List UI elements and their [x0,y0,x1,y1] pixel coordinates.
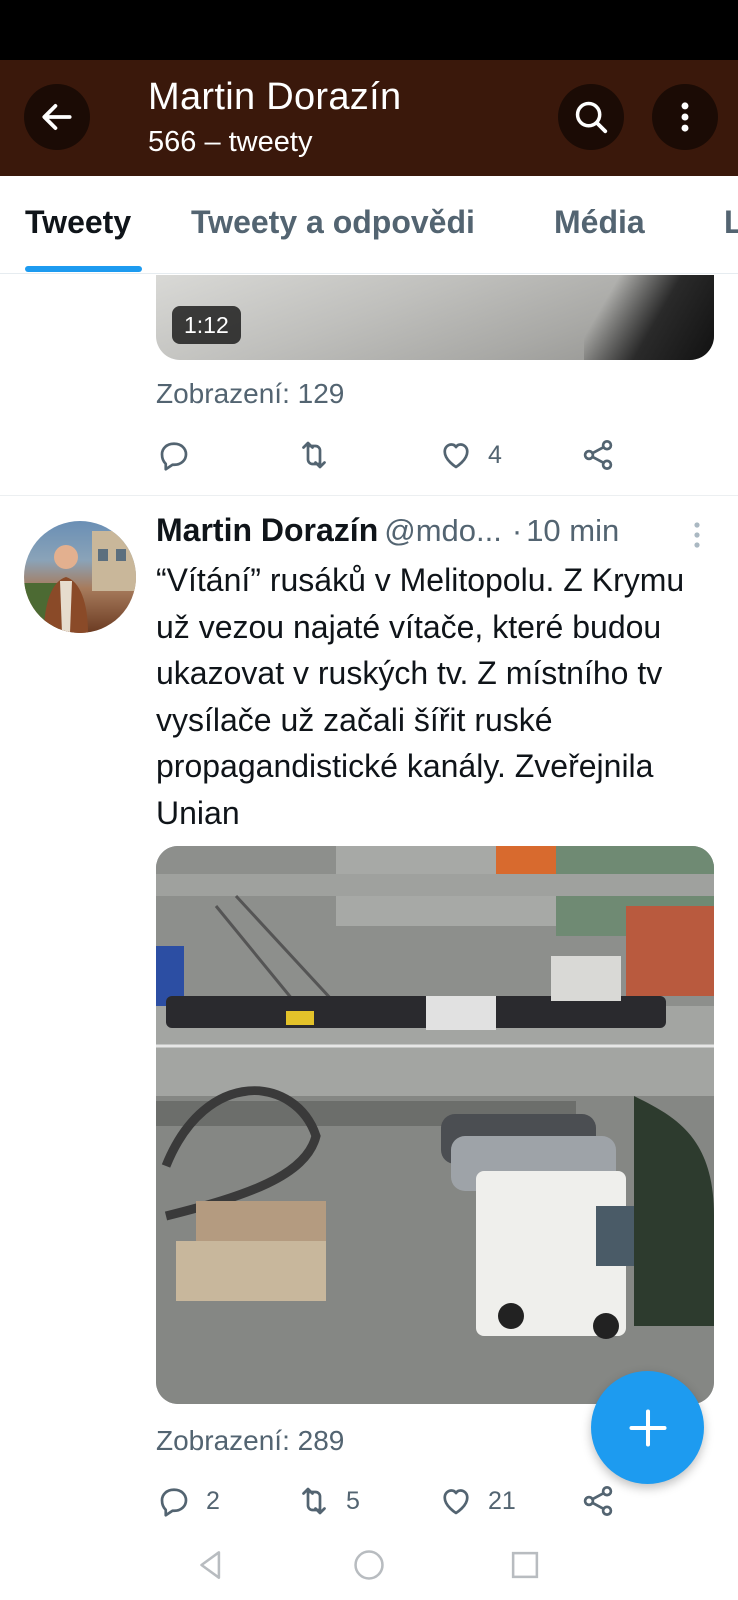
like-count: 21 [488,1486,516,1515]
heart-icon [443,1489,469,1515]
reply-count: 2 [206,1486,220,1515]
share-icon [583,440,613,470]
like-button[interactable]: 21 [438,1476,516,1526]
system-recents-button[interactable] [500,1540,550,1590]
share-button[interactable] [580,1476,616,1526]
retweet-icon [302,441,326,469]
compose-tweet-button[interactable] [591,1371,704,1484]
recents-square-icon [511,1551,539,1579]
home-circle-icon [354,1550,384,1580]
tab-media[interactable]: Média [554,204,645,241]
tweet-text: “Vítání” rusáků v Melitopolu. Z Krymu už… [156,562,694,831]
tweet-author-handle[interactable]: @mdo... [384,513,502,548]
previous-tweet-views: Zobrazení: 129 [156,378,345,409]
tweet-divider [0,495,738,496]
retweet-button[interactable]: 5 [296,1476,360,1526]
retweet-icon [302,1487,326,1515]
like-count: 4 [488,440,502,469]
like-button[interactable]: 4 [438,430,502,480]
share-icon [583,1486,613,1516]
tweet-actions: 2 5 21 [156,1476,636,1526]
back-triangle-icon [200,1551,221,1579]
search-icon [575,101,608,134]
tab-likes[interactable]: L [724,204,738,241]
compose-plus-icon [628,1408,667,1447]
tab-tweets[interactable]: Tweety [25,204,131,241]
system-back-button[interactable] [186,1540,236,1590]
profile-header: Martin Dorazín 566 – tweety [0,60,738,176]
profile-name: Martin Dorazín [148,76,402,118]
tweet-views: Zobrazení: 289 [156,1425,345,1456]
tweet-time: 10 min [526,513,620,548]
reply-icon [160,442,188,471]
more-vertical-icon [681,102,689,132]
tweet-header: Martin Dorazín @mdo... · 10 min [156,512,716,556]
system-navigation-bar [0,1530,738,1600]
heart-icon [443,443,469,469]
tweet-video[interactable] [156,846,714,1404]
tweet-count: 566 – tweety [148,126,313,158]
retweet-count: 5 [346,1486,360,1515]
avatar-photo [24,531,136,633]
back-arrow-icon [42,104,72,130]
more-options-button[interactable] [652,84,718,150]
retweet-button[interactable] [296,430,346,480]
street-scene-image [156,846,714,1404]
avatar[interactable] [24,521,136,633]
reply-icon [160,1488,188,1517]
tweet-more-icon[interactable] [690,520,704,550]
meta-separator: · [511,513,523,548]
tweet-author-name[interactable]: Martin Dorazín [156,512,378,548]
profile-tabs: Tweety Tweety a odpovědi Média L [0,176,738,274]
tab-tweets-and-replies[interactable]: Tweety a odpovědi [191,204,475,241]
video-duration: 1:12 [172,306,241,344]
share-button[interactable] [580,430,616,480]
previous-tweet-actions: 4 [156,430,636,480]
video-frame-shadow [584,275,714,360]
previous-tweet-video[interactable]: 1:12 [156,275,714,360]
system-home-button[interactable] [344,1540,394,1590]
back-button[interactable] [24,84,90,150]
active-tab-indicator [25,266,142,272]
reply-button[interactable]: 2 [156,1476,220,1526]
status-bar [0,0,738,60]
reply-button[interactable] [156,430,206,480]
search-button[interactable] [558,84,624,150]
